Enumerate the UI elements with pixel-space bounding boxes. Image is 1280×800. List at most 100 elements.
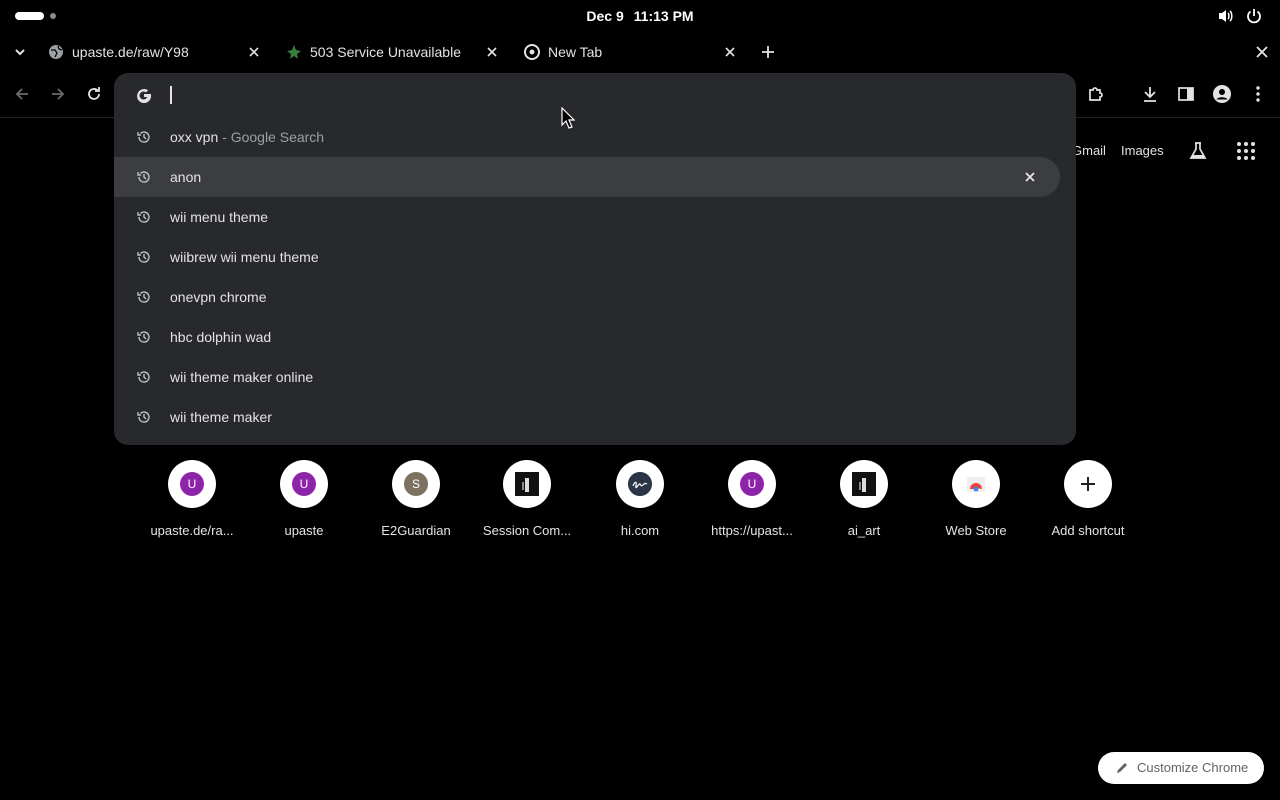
history-clock-icon — [137, 171, 150, 183]
suggestion-row-selected[interactable]: anon — [114, 157, 1060, 197]
history-clock-icon — [137, 131, 150, 143]
reload-icon[interactable] — [84, 84, 104, 104]
shortcut-tile[interactable]: S E2Guardian — [360, 458, 472, 548]
shortcut-label: https://upast... — [711, 523, 793, 538]
remove-suggestion-close-icon[interactable] — [1022, 169, 1038, 185]
tab-503[interactable]: 503 Service Unavailable — [274, 36, 510, 68]
letter-avatar-icon: S — [404, 472, 428, 496]
shortcut-label: ai_art — [847, 523, 881, 538]
add-shortcut-tile[interactable]: Add shortcut — [1032, 458, 1144, 548]
shortcut-icon-circle: U — [280, 460, 328, 508]
tab-title: 503 Service Unavailable — [310, 44, 461, 60]
history-clock-icon — [137, 371, 150, 383]
power-icon[interactable] — [1245, 7, 1263, 25]
suggestion-row[interactable]: wii menu theme — [114, 197, 1060, 237]
new-tab-plus-icon[interactable] — [758, 42, 778, 62]
chrome-icon — [524, 44, 540, 60]
mouse-pointer-icon — [561, 107, 575, 129]
shortcut-icon-circle — [616, 460, 664, 508]
suggestion-description: - Google Search — [218, 129, 325, 145]
e2guardian-icon — [287, 45, 301, 59]
clock[interactable]: Dec 9 11:13 PM — [0, 8, 1280, 24]
extensions-puzzle-icon[interactable] — [1086, 84, 1106, 104]
history-clock-icon — [137, 211, 150, 223]
shortcut-tile[interactable]: hi.com — [584, 458, 696, 548]
gmail-link[interactable]: Gmail — [1072, 143, 1106, 158]
tab-search-chevron-icon[interactable] — [10, 42, 30, 62]
close-window-icon[interactable] — [1252, 42, 1272, 62]
suggestion-row[interactable]: onevpn chrome — [114, 277, 1060, 317]
shortcut-icon-circle — [952, 460, 1000, 508]
history-clock-icon — [137, 411, 150, 423]
shortcut-icon-circle — [840, 460, 888, 508]
shortcut-tile[interactable]: U https://upast... — [696, 458, 808, 548]
suggestion-text: wii menu theme — [170, 209, 269, 225]
shortcut-icon-circle: S — [392, 460, 440, 508]
letter-avatar-icon: U — [292, 472, 316, 496]
google-g-icon — [137, 89, 152, 104]
dark-figure-thumbnail-icon — [852, 472, 876, 496]
omnibox-input-row[interactable] — [114, 73, 1076, 117]
apps-grid-icon[interactable] — [1235, 140, 1257, 162]
shortcut-tile[interactable]: Session Com... — [471, 458, 583, 548]
volume-icon[interactable] — [1217, 7, 1235, 25]
suggestion-text: onevpn chrome — [170, 289, 267, 305]
suggestion-row[interactable]: wii theme maker online — [114, 357, 1060, 397]
history-clock-icon — [137, 291, 150, 303]
tab-title: upaste.de/raw/Y98 — [72, 44, 189, 60]
shortcut-icon-circle: U — [728, 460, 776, 508]
omnibox-dropdown: oxx vpn - Google Search anon wii menu th… — [114, 73, 1076, 445]
close-tab-icon[interactable] — [484, 44, 500, 60]
shortcut-icon-circle: U — [168, 460, 216, 508]
shortcut-label: Add shortcut — [1051, 523, 1125, 538]
suggestion-text: anon — [170, 169, 202, 185]
suggestion-text: wiibrew wii menu theme — [170, 249, 319, 265]
time-text: 11:13 PM — [633, 8, 694, 24]
forward-arrow-icon[interactable] — [48, 84, 68, 104]
customize-chrome-button[interactable]: Customize Chrome — [1098, 752, 1264, 784]
download-icon[interactable] — [1140, 84, 1160, 104]
letter-avatar-icon: U — [180, 472, 204, 496]
shortcut-icon-circle — [503, 460, 551, 508]
shortcut-tile[interactable]: U upaste — [248, 458, 360, 548]
suggestion-row[interactable]: hbc dolphin wad — [114, 317, 1060, 357]
labs-flask-icon[interactable] — [1187, 140, 1209, 162]
suggestion-text: wii theme maker — [170, 409, 272, 425]
tab-title: New Tab — [548, 44, 603, 60]
tab-upaste[interactable]: upaste.de/raw/Y98 — [36, 36, 272, 68]
shortcut-label: Session Com... — [482, 523, 572, 538]
shortcut-tile[interactable]: ai_art — [808, 458, 920, 548]
menu-kebab-icon[interactable] — [1248, 84, 1268, 104]
suggestion-text: hbc dolphin wad — [170, 329, 272, 345]
shortcut-label: Web Store — [945, 523, 1007, 538]
shortcut-label: E2Guardian — [381, 523, 451, 538]
history-clock-icon — [137, 251, 150, 263]
suggestion-text: wii theme maker online — [170, 369, 314, 385]
dark-figure-thumbnail-icon — [515, 472, 539, 496]
shortcut-label: upaste — [284, 523, 324, 538]
shortcut-tile[interactable]: Web Store — [920, 458, 1032, 548]
web-store-icon — [964, 472, 988, 496]
close-tab-icon[interactable] — [722, 44, 738, 60]
tab-new-tab[interactable]: New Tab — [512, 36, 748, 68]
shortcut-tile[interactable]: U upaste.de/ra... — [136, 458, 248, 548]
shortcut-label: hi.com — [620, 523, 660, 538]
suggestion-row[interactable]: wiibrew wii menu theme — [114, 237, 1060, 277]
suggestion-row[interactable]: oxx vpn - Google Search — [114, 117, 1060, 157]
pencil-icon — [1117, 763, 1127, 773]
side-panel-icon[interactable] — [1176, 84, 1196, 104]
close-tab-icon[interactable] — [246, 44, 262, 60]
omnibox-text-caret[interactable] — [170, 86, 172, 104]
images-link[interactable]: Images — [1121, 143, 1164, 158]
profile-avatar-icon[interactable] — [1212, 84, 1232, 104]
shortcut-icon-circle — [1064, 460, 1112, 508]
suggestion-text: oxx vpn - Google Search — [170, 129, 325, 145]
system-top-bar: Dec 9 11:13 PM — [0, 0, 1280, 32]
suggestion-row[interactable]: wii theme maker — [114, 397, 1060, 437]
history-clock-icon — [137, 331, 150, 343]
tab-strip: upaste.de/raw/Y98 503 Service Unavailabl… — [0, 34, 1280, 70]
back-arrow-icon[interactable] — [12, 84, 32, 104]
signature-icon — [628, 472, 652, 496]
shortcut-label: upaste.de/ra... — [150, 523, 234, 538]
customize-chrome-label: Customize Chrome — [1137, 760, 1249, 775]
